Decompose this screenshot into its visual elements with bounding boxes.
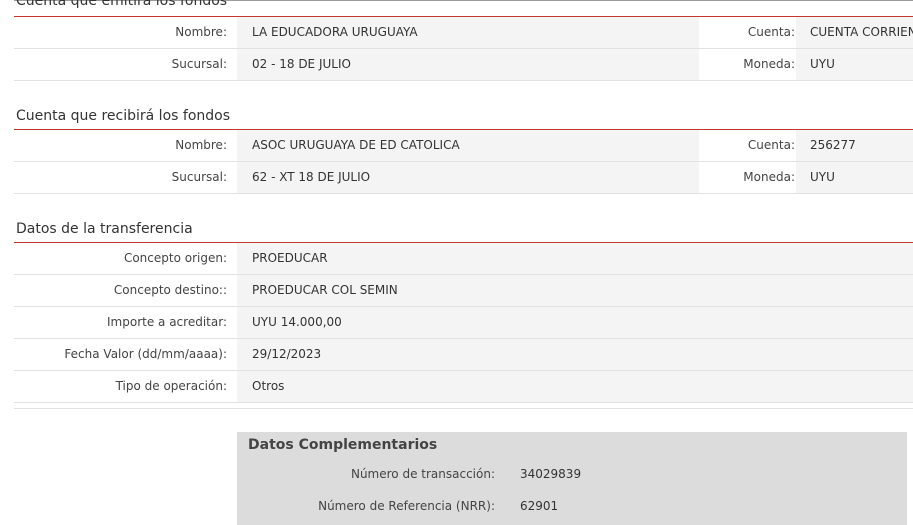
reference-label: Número de Referencia (NRR): — [318, 499, 495, 513]
concepto-origen-value: PROEDUCAR — [237, 243, 913, 274]
origin-nombre-value: LA EDUCADORA URUGUAYA — [237, 17, 699, 48]
origin-sucursal-label: Sucursal: — [171, 57, 227, 71]
origin-sucursal-value: 02 - 18 DE JULIO — [237, 49, 699, 80]
transfer-row: Concepto destino:: PROEDUCAR COL SEMIN — [14, 275, 913, 307]
section-divider — [14, 408, 913, 409]
fecha-valor-value: 29/12/2023 — [237, 339, 913, 370]
destination-sucursal-value: 62 - XT 18 DE JULIO — [237, 162, 699, 193]
complementary-title: Datos Complementarios — [248, 437, 438, 453]
destination-nombre-value: ASOC URUGUAYA DE ED CATOLICA — [237, 130, 699, 161]
origin-cuenta-label: Cuenta: — [747, 25, 795, 39]
transfer-section-title: Datos de la transferencia — [16, 221, 193, 237]
destination-moneda-value: UYU — [796, 162, 913, 193]
origin-row-nombre: Nombre: LA EDUCADORA URUGUAYA Cuenta: CU… — [14, 17, 913, 49]
origin-moneda-label: Moneda: — [743, 57, 795, 71]
origin-nombre-label: Nombre: — [175, 25, 227, 39]
destination-section-title: Cuenta que recibirá los fondos — [16, 108, 230, 124]
concepto-destino-label: Concepto destino:: — [113, 283, 227, 297]
transaction-label: Número de transacción: — [350, 467, 495, 481]
reference-row: Número de Referencia (NRR): 62901 — [237, 494, 907, 518]
transfer-row: Fecha Valor (dd/mm/aaaa): 29/12/2023 — [14, 339, 913, 371]
destination-nombre-label: Nombre: — [175, 138, 227, 152]
destination-moneda-label: Moneda: — [743, 170, 795, 184]
tipo-operacion-label: Tipo de operación: — [115, 379, 227, 393]
transaction-value: 34029839 — [520, 467, 582, 481]
destination-cuenta-label: Cuenta: — [747, 138, 795, 152]
destination-sucursal-label: Sucursal: — [171, 170, 227, 184]
origin-cuenta-value: CUENTA CORRIEN — [796, 17, 913, 48]
complementary-panel: Datos Complementarios Número de transacc… — [237, 432, 907, 525]
origin-section-title: Cuenta que emitirá los fondos — [16, 0, 228, 9]
origin-row-sucursal: Sucursal: 02 - 18 DE JULIO Moneda: UYU — [14, 49, 913, 81]
origin-moneda-value: UYU — [796, 49, 913, 80]
concepto-destino-value: PROEDUCAR COL SEMIN — [237, 275, 913, 306]
transfer-row: Tipo de operación: Otros — [14, 371, 913, 403]
destination-cuenta-value: 256277 — [796, 130, 913, 161]
importe-label: Importe a acreditar: — [107, 315, 227, 329]
importe-value: UYU 14.000,00 — [237, 307, 913, 338]
destination-row-nombre: Nombre: ASOC URUGUAYA DE ED CATOLICA Cue… — [14, 130, 913, 162]
reference-value: 62901 — [520, 499, 559, 513]
destination-row-sucursal: Sucursal: 62 - XT 18 DE JULIO Moneda: UY… — [14, 162, 913, 194]
transaction-row: Número de transacción: 34029839 — [237, 462, 907, 486]
concepto-origen-label: Concepto origen: — [123, 251, 227, 265]
fecha-valor-label: Fecha Valor (dd/mm/aaaa): — [64, 347, 227, 361]
transfer-row: Importe a acreditar: UYU 14.000,00 — [14, 307, 913, 339]
tipo-operacion-value: Otros — [237, 371, 913, 402]
transfer-row: Concepto origen: PROEDUCAR — [14, 243, 913, 275]
